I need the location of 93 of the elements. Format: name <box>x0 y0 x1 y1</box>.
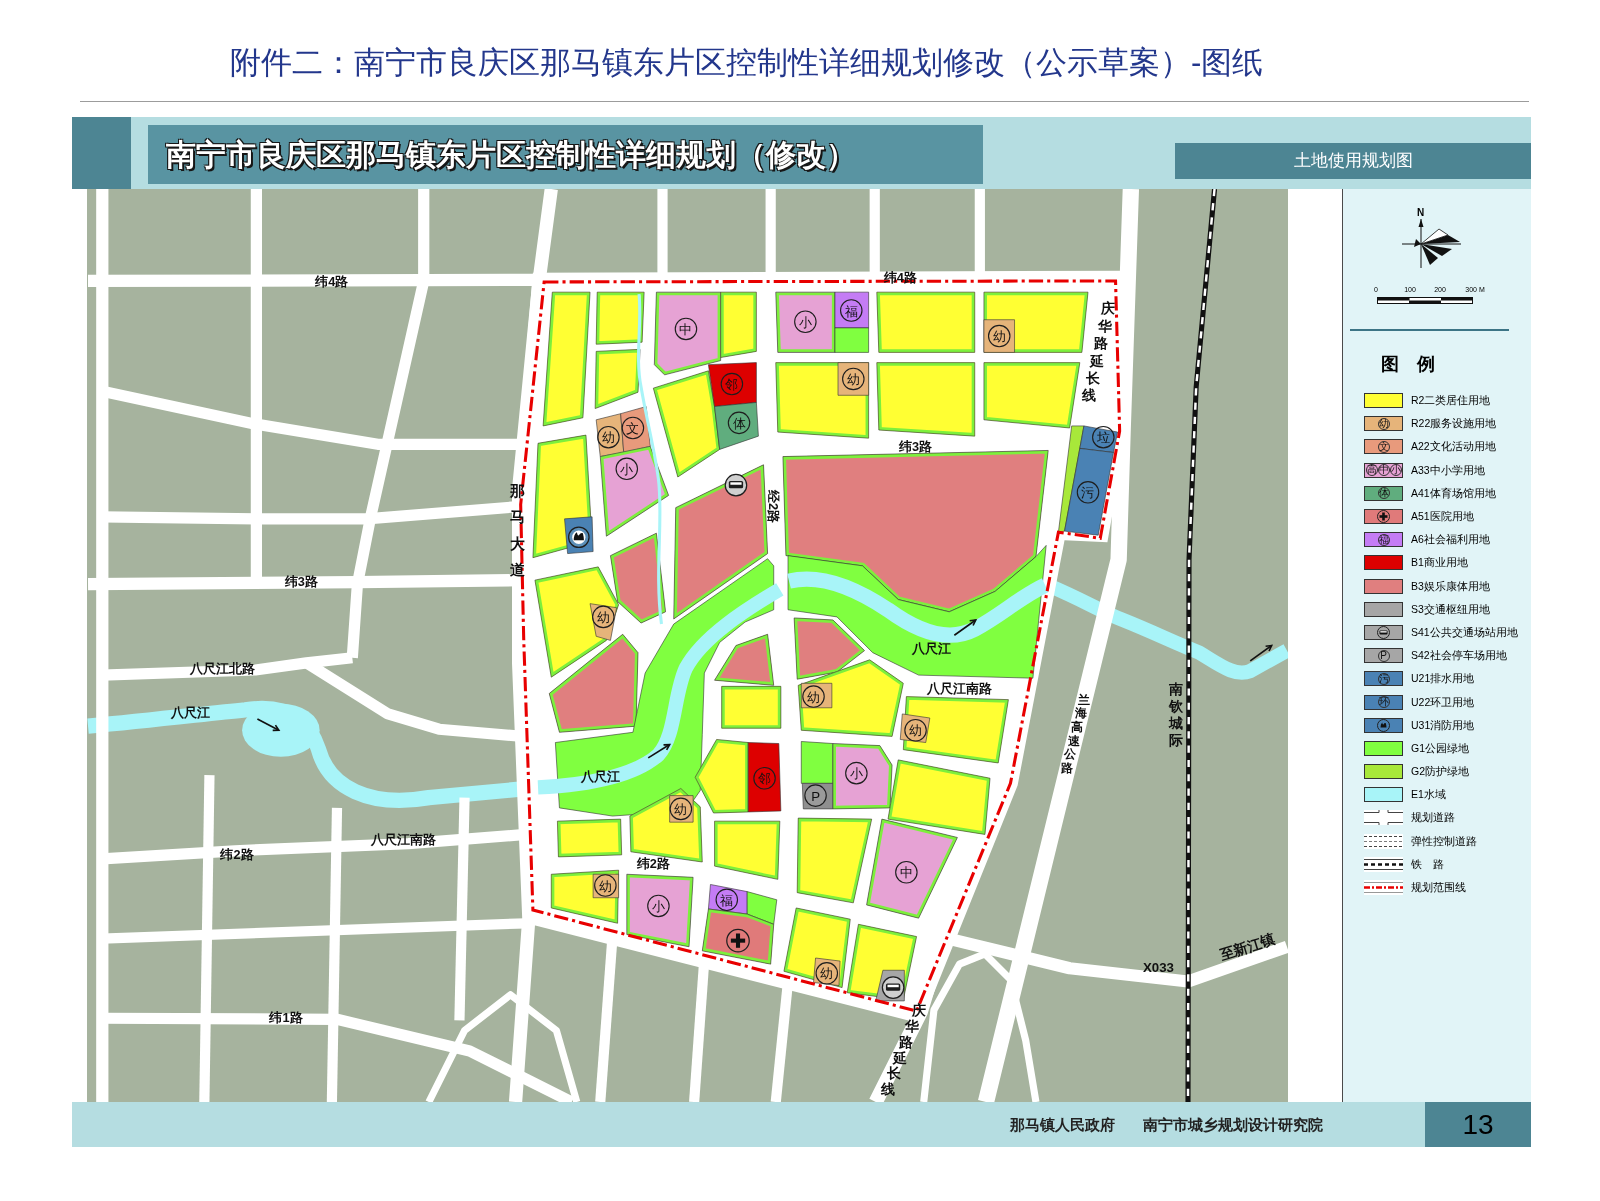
plan-title: 南宁市良庆区那马镇东片区控制性详细规划（修改） <box>166 136 856 173</box>
map-name: 土地使用规划图 <box>1293 151 1413 171</box>
land-use-symbol: 污 <box>1076 481 1100 504</box>
land-use-symbol: 小 <box>647 894 670 918</box>
land-use-symbol: 福 <box>840 299 863 322</box>
land-use-symbol: 幼 <box>802 685 825 708</box>
compass-rose-icon <box>1402 218 1461 268</box>
flow-arrow-icon <box>256 718 281 732</box>
destination-label: 至新江镇 <box>1218 930 1277 963</box>
land-use-symbol: 文 <box>621 416 645 440</box>
land-use-symbol: 幼 <box>669 797 693 821</box>
road-name: 纬2路 <box>220 847 254 863</box>
legend-label: A22文化活动用地 <box>1411 440 1496 454</box>
road-name: X033 <box>1142 959 1174 975</box>
land-use-symbol: 幼 <box>842 367 865 391</box>
legend-label: S42社会停车场用地 <box>1411 649 1507 663</box>
legend-label: G2防护绿地 <box>1411 765 1469 779</box>
legend-label: A33中小学用地 <box>1411 463 1485 477</box>
legend-label: U22环卫用地 <box>1411 695 1475 709</box>
page-number: 13 <box>1462 1108 1494 1141</box>
legend-label: 弹性控制道路 <box>1411 834 1477 848</box>
bus-icon <box>881 976 905 999</box>
legend-label: E1水域 <box>1411 788 1446 802</box>
river-name: 八尺江 <box>170 705 210 721</box>
legend-label: S3交通枢纽用地 <box>1411 602 1490 616</box>
scale-bar-icon <box>1377 297 1473 304</box>
road-name: 纬4路 <box>315 274 349 290</box>
legend-label: S41公共交通场站用地 <box>1411 625 1518 639</box>
road-name: 八尺江北路 <box>190 661 256 677</box>
road-symbol-icon <box>1364 810 1403 826</box>
legend-label: 规划范围线 <box>1411 881 1466 895</box>
legend-label: B3娱乐康体用地 <box>1411 579 1490 593</box>
cross-icon <box>726 928 750 953</box>
land-use-symbol: 小 <box>794 310 817 334</box>
road-name: 纬1路 <box>269 1009 303 1025</box>
land-use-symbol: 福 <box>715 888 739 912</box>
road-name: 庆华路延长线 <box>1082 300 1116 404</box>
legend-label: B1商业用地 <box>1411 556 1468 570</box>
road-name: 八尺江南路 <box>370 832 436 848</box>
bus-icon <box>1377 625 1390 639</box>
land-use-symbol: 邻 <box>753 767 776 790</box>
flow-arrow-icon <box>647 743 672 759</box>
land-parcel <box>595 291 645 345</box>
land-use-symbol: 邻 <box>720 372 744 396</box>
land-use-symbol: P <box>804 784 827 807</box>
banner-block <box>72 117 131 189</box>
legend-label: A41体育场馆用地 <box>1411 486 1496 500</box>
flow-arrow-icon <box>1249 644 1274 662</box>
land-use-symbol: 小 <box>615 457 639 481</box>
land-use-symbol: 垃 <box>1092 425 1115 449</box>
railway-name: 南钦城际 <box>1168 681 1183 748</box>
land-use-symbol: 体 <box>727 411 751 435</box>
legend-label: U31消防用地 <box>1411 718 1475 732</box>
land-use-symbol: 幼 <box>594 874 617 897</box>
road-name: 纬3路 <box>284 573 318 589</box>
credit-text: 那马镇人民政府 <box>1010 1115 1115 1134</box>
road-name: 庆华路延长线 <box>881 1002 926 1098</box>
legend-label: R22服务设施用地 <box>1411 417 1497 431</box>
land-use-symbol: 中 <box>674 317 698 341</box>
legend-label: 铁 路 <box>1411 857 1444 871</box>
legend-label: A6社会福利用地 <box>1411 533 1490 547</box>
north-label: N <box>1417 208 1425 218</box>
land-use-symbol: 小 <box>845 761 868 785</box>
fire-icon <box>1377 718 1390 732</box>
legend-label: A51医院用地 <box>1411 510 1474 524</box>
fire-icon <box>568 526 590 549</box>
flow-arrow-icon <box>953 619 978 637</box>
cross-icon <box>1377 510 1390 524</box>
road-name: 八尺江南路 <box>926 680 992 696</box>
land-use-symbol: 幼 <box>597 425 620 449</box>
boundary-line-icon <box>1364 880 1403 896</box>
road-name: 那马大道 <box>510 481 526 579</box>
land-parcel <box>714 820 781 880</box>
legend-label: U21排水用地 <box>1411 672 1475 686</box>
road-name: 纬3路 <box>899 438 933 454</box>
legend-label: G1公园绿地 <box>1411 741 1469 755</box>
legend-label: R2二类居住用地 <box>1411 394 1491 408</box>
page-title: 附件二：南宁市良庆区那马镇东片区控制性详细规划修改（公示草案）-图纸 <box>230 44 1264 82</box>
land-use-symbol: 幼 <box>987 324 1011 348</box>
railway-symbol-icon <box>1364 856 1403 872</box>
road-name: 纬2路 <box>636 855 670 871</box>
bus-icon <box>724 473 748 497</box>
road-name: 经2路 <box>766 490 782 524</box>
legend-title: 图 例 <box>1381 353 1435 375</box>
land-use-symbol: 幼 <box>592 605 615 629</box>
legend-label: 规划道路 <box>1411 811 1455 825</box>
land-use-symbol: 幼 <box>904 719 927 742</box>
land-use-symbol: 幼 <box>815 962 839 985</box>
flex-road-symbol-icon <box>1364 833 1403 849</box>
credit-text: 南宁市城乡规划设计研究院 <box>1143 1115 1323 1134</box>
road-name: 兰海高速公路 <box>1061 692 1090 776</box>
land-use-symbol: 中 <box>895 860 918 884</box>
river-name: 八尺江 <box>912 641 952 657</box>
